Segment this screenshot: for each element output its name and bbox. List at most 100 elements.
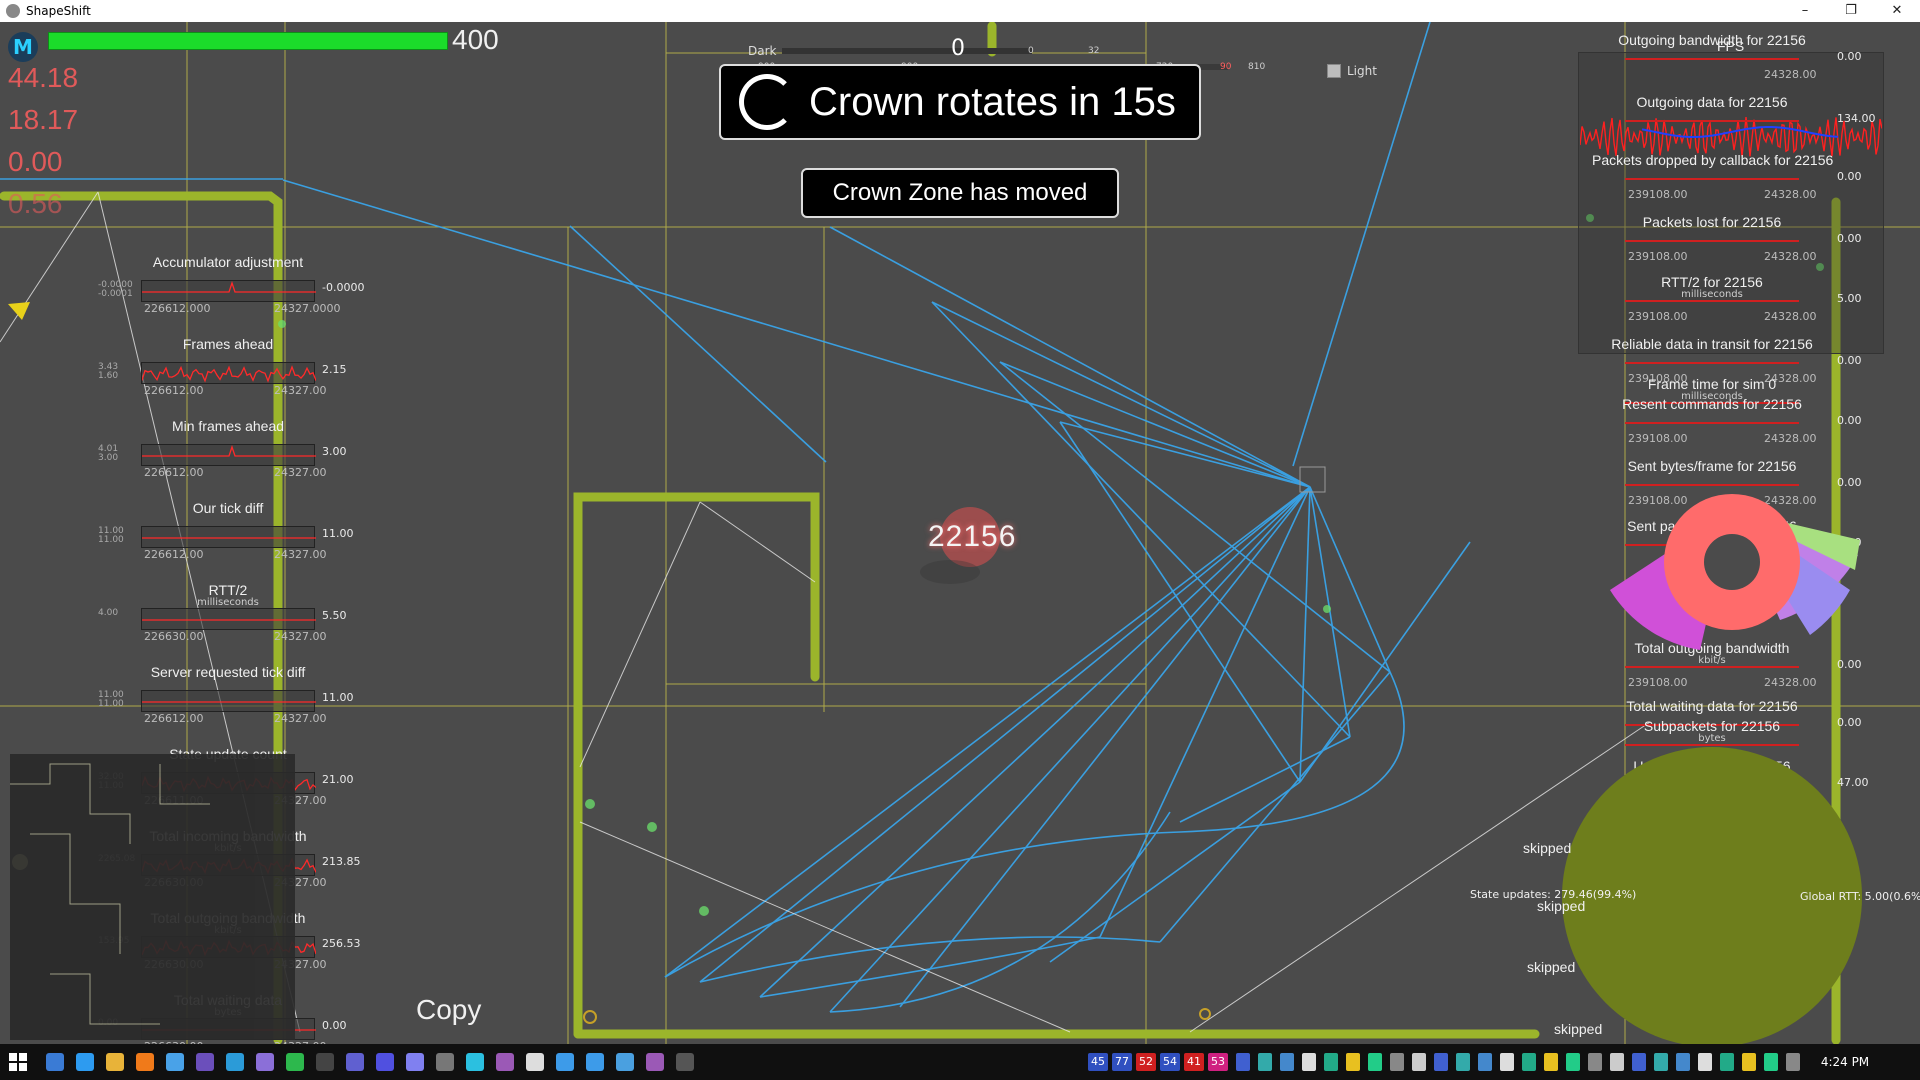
minimap[interactable] bbox=[10, 754, 295, 1040]
taskbar-app-icon[interactable] bbox=[316, 1053, 334, 1071]
taskbar-app-icon[interactable] bbox=[436, 1053, 454, 1071]
windows-start-icon[interactable] bbox=[8, 1052, 28, 1072]
taskbar-app-icon[interactable] bbox=[46, 1053, 64, 1071]
tray-icon[interactable] bbox=[1786, 1053, 1800, 1071]
minimize-button[interactable]: – bbox=[1782, 0, 1828, 22]
tray-icon[interactable] bbox=[1654, 1053, 1668, 1071]
taskbar-app-icon[interactable] bbox=[136, 1053, 154, 1071]
tray-badge[interactable]: 77 bbox=[1112, 1053, 1132, 1071]
tray-icon[interactable] bbox=[1236, 1053, 1250, 1071]
graph-unit bbox=[128, 516, 328, 526]
tray-badge[interactable]: 54 bbox=[1160, 1053, 1180, 1071]
tray-icon[interactable] bbox=[1522, 1053, 1536, 1071]
loading-spinner-icon bbox=[739, 74, 795, 130]
taskbar-app-icon[interactable] bbox=[286, 1053, 304, 1071]
skipped-label: skipped bbox=[1537, 898, 1586, 914]
graph-unit: bytes bbox=[1698, 733, 1726, 744]
taskbar-app-icon[interactable] bbox=[376, 1053, 394, 1071]
graph-min: 239108.00 bbox=[1628, 310, 1688, 323]
taskbar-app-icon[interactable] bbox=[586, 1053, 604, 1071]
slider-track[interactable] bbox=[782, 48, 1032, 54]
tray-icon[interactable] bbox=[1346, 1053, 1360, 1071]
taskbar-app-icon[interactable] bbox=[556, 1053, 574, 1071]
tray-icon[interactable] bbox=[1412, 1053, 1426, 1071]
taskbar-app-icon[interactable] bbox=[196, 1053, 214, 1071]
tray-icon[interactable] bbox=[1324, 1053, 1338, 1071]
graph-plot: 3.00 4.01 3.00 bbox=[98, 444, 347, 466]
debug-graph: Outgoing bandwidth for 22156 0.00 24328.00 bbox=[1592, 32, 1861, 81]
tray-icon[interactable] bbox=[1610, 1053, 1624, 1071]
taskbar-app-icon[interactable] bbox=[226, 1053, 244, 1071]
graph-value: 21.00 bbox=[322, 773, 354, 786]
graph-unit: milliseconds bbox=[1681, 289, 1743, 300]
graph-unit bbox=[1592, 48, 1832, 58]
tray-icon[interactable] bbox=[1544, 1053, 1558, 1071]
graph-unit bbox=[128, 352, 328, 362]
tray-icon[interactable] bbox=[1258, 1053, 1272, 1071]
tray-icon[interactable] bbox=[1456, 1053, 1470, 1071]
graph-min: 226612.00 bbox=[144, 712, 204, 725]
graph-value: 3.00 bbox=[322, 445, 347, 458]
taskbar-app-icon[interactable] bbox=[106, 1053, 124, 1071]
tray-icon[interactable] bbox=[1434, 1053, 1448, 1071]
graph-title: RTT/2 for 22156 bbox=[1661, 274, 1763, 290]
close-button[interactable]: ✕ bbox=[1874, 0, 1920, 22]
tray-icon[interactable] bbox=[1720, 1053, 1734, 1071]
taskbar-app-icon[interactable] bbox=[76, 1053, 94, 1071]
tray-icon[interactable] bbox=[1588, 1053, 1602, 1071]
tray-icon[interactable] bbox=[1500, 1053, 1514, 1071]
restore-button[interactable]: ❐ bbox=[1828, 0, 1874, 22]
tray-icon[interactable] bbox=[1390, 1053, 1404, 1071]
graph-max: 24327.0000 bbox=[274, 302, 341, 315]
graph-max: 24328.00 bbox=[1764, 676, 1817, 689]
tray-icon[interactable] bbox=[1302, 1053, 1316, 1071]
taskbar-app-icon[interactable] bbox=[616, 1053, 634, 1071]
tray-icon[interactable] bbox=[1478, 1053, 1492, 1071]
light-checkbox[interactable] bbox=[1327, 64, 1341, 78]
game-viewport[interactable]: M 400 44.18 18.17 0.00 0.56 Dark 0 0 32 … bbox=[0, 22, 1920, 1044]
taskbar-app-icon[interactable] bbox=[466, 1053, 484, 1071]
slider-tick: 0 bbox=[1028, 46, 1034, 56]
graph-title: Our tick diff bbox=[192, 500, 264, 516]
graph-max: 24327.00 bbox=[274, 466, 327, 479]
tray-badge[interactable]: 53 bbox=[1208, 1053, 1228, 1071]
pie-label: Global RTT: 5.00(0.6%) bbox=[1800, 890, 1920, 903]
taskbar-app-icon[interactable] bbox=[676, 1053, 694, 1071]
taskbar-app-icon[interactable] bbox=[526, 1053, 544, 1071]
tray-icon[interactable] bbox=[1764, 1053, 1778, 1071]
tray-icon[interactable] bbox=[1632, 1053, 1646, 1071]
taskbar-app-icon[interactable] bbox=[646, 1053, 664, 1071]
graph-plot: 2.15 3.43 1.60 bbox=[98, 362, 347, 384]
graph-value: 0.00 bbox=[1837, 414, 1862, 427]
taskbar-app-icon[interactable] bbox=[256, 1053, 274, 1071]
graph-unit: milliseconds bbox=[197, 597, 259, 608]
tray-icon[interactable] bbox=[1676, 1053, 1690, 1071]
clock[interactable]: 4:24 PM bbox=[1815, 1044, 1875, 1080]
copy-label[interactable]: Copy bbox=[416, 994, 481, 1026]
taskbar-app-icon[interactable] bbox=[406, 1053, 424, 1071]
graph-min: 226612.00 bbox=[144, 384, 204, 397]
tray-icon[interactable] bbox=[1698, 1053, 1712, 1071]
tray-icon[interactable] bbox=[1566, 1053, 1580, 1071]
graph-title: Min frames ahead bbox=[171, 418, 285, 434]
slider-tick: 810 bbox=[1248, 62, 1266, 72]
graph-title: Accumulator adjustment bbox=[152, 254, 304, 270]
taskbar-app-icon[interactable] bbox=[166, 1053, 184, 1071]
graph-unit bbox=[1592, 230, 1832, 240]
taskbar-app-icon[interactable] bbox=[496, 1053, 514, 1071]
tray-badge[interactable]: 41 bbox=[1184, 1053, 1204, 1071]
debug-graph: Server requested tick diff 11.00 11.00 11.… bbox=[98, 664, 354, 726]
tray-icon[interactable] bbox=[1368, 1053, 1382, 1071]
graph-title: Packets lost for 22156 bbox=[1642, 214, 1782, 230]
graph-unit bbox=[1592, 412, 1832, 422]
crown-moved-banner: Crown Zone has moved bbox=[801, 168, 1119, 218]
graph-value: 0.00 bbox=[1837, 50, 1862, 63]
tray-badge[interactable]: 45 bbox=[1088, 1053, 1108, 1071]
tray-icon[interactable] bbox=[1280, 1053, 1294, 1071]
graph-value: 0.00 bbox=[1837, 170, 1862, 183]
graph-range: -0.0000 -0.0001 bbox=[98, 280, 133, 299]
taskbar-app-icon[interactable] bbox=[346, 1053, 364, 1071]
tray-badge[interactable]: 52 bbox=[1136, 1053, 1156, 1071]
debug-graph: Reliable data in transit for 22156 0.00 23… bbox=[1592, 336, 1861, 385]
tray-icon[interactable] bbox=[1742, 1053, 1756, 1071]
